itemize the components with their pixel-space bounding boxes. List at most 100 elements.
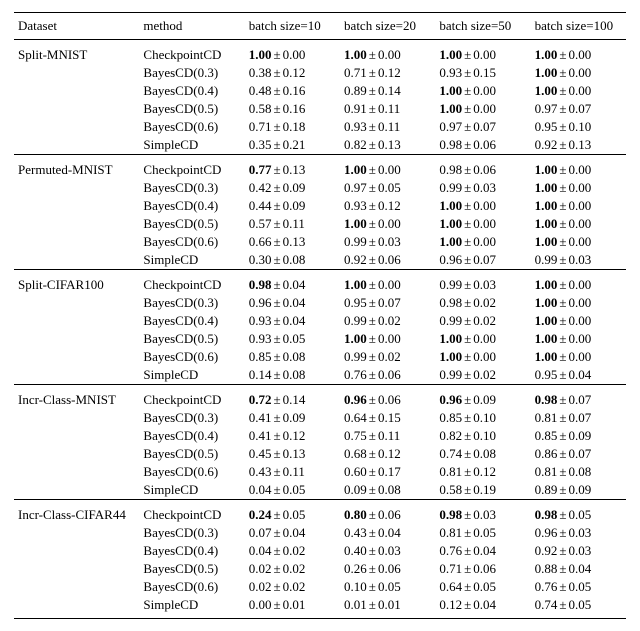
cell-value: 0.99±0.03 [531, 251, 626, 270]
cell-dataset: Split-CIFAR100 [14, 270, 139, 295]
cell-dataset [14, 524, 139, 542]
cell-value: 0.04±0.02 [245, 542, 340, 560]
table-row: BayesCD(0.3)0.96±0.040.95±0.070.98±0.021… [14, 294, 626, 312]
cell-value: 0.58±0.16 [245, 100, 340, 118]
cell-method: BayesCD(0.5) [139, 445, 244, 463]
cell-value: 0.38±0.12 [245, 64, 340, 82]
cell-value: 0.42±0.09 [245, 179, 340, 197]
cell-value: 0.99±0.02 [340, 348, 435, 366]
cell-value: 0.74±0.08 [435, 445, 530, 463]
cell-dataset [14, 197, 139, 215]
cell-value: 1.00±0.00 [531, 294, 626, 312]
cell-method: CheckpointCD [139, 40, 244, 65]
cell-value: 1.00±0.00 [435, 197, 530, 215]
table-row: SimpleCD0.14±0.080.76±0.060.99±0.020.95±… [14, 366, 626, 385]
cell-value: 0.01±0.01 [340, 596, 435, 619]
cell-method: BayesCD(0.5) [139, 560, 244, 578]
col-bs100: batch size=100 [531, 13, 626, 40]
table-row: SimpleCD0.35±0.210.82±0.130.98±0.060.92±… [14, 136, 626, 155]
cell-value: 0.00±0.01 [245, 596, 340, 619]
cell-value: 1.00±0.00 [340, 40, 435, 65]
cell-value: 0.98±0.05 [531, 500, 626, 525]
cell-value: 0.81±0.07 [531, 409, 626, 427]
cell-value: 1.00±0.00 [531, 270, 626, 295]
cell-value: 0.12±0.04 [435, 596, 530, 619]
table-row: BayesCD(0.3)0.07±0.040.43±0.040.81±0.050… [14, 524, 626, 542]
cell-dataset [14, 233, 139, 251]
cell-method: BayesCD(0.4) [139, 197, 244, 215]
cell-value: 0.88±0.04 [531, 560, 626, 578]
cell-value: 0.89±0.09 [531, 481, 626, 500]
table-row: BayesCD(0.5)0.45±0.130.68±0.120.74±0.080… [14, 445, 626, 463]
cell-value: 0.89±0.14 [340, 82, 435, 100]
cell-dataset [14, 251, 139, 270]
cell-value: 0.85±0.08 [245, 348, 340, 366]
cell-dataset [14, 596, 139, 619]
table-row: BayesCD(0.3)0.38±0.120.71±0.120.93±0.151… [14, 64, 626, 82]
cell-value: 1.00±0.00 [531, 215, 626, 233]
cell-value: 0.82±0.10 [435, 427, 530, 445]
table-row: BayesCD(0.6)0.71±0.180.93±0.110.97±0.070… [14, 118, 626, 136]
cell-method: BayesCD(0.3) [139, 64, 244, 82]
cell-value: 0.40±0.03 [340, 542, 435, 560]
cell-dataset [14, 312, 139, 330]
cell-value: 0.02±0.02 [245, 578, 340, 596]
cell-value: 0.66±0.13 [245, 233, 340, 251]
cell-value: 0.45±0.13 [245, 445, 340, 463]
cell-value: 1.00±0.00 [531, 179, 626, 197]
cell-value: 0.98±0.04 [245, 270, 340, 295]
cell-dataset [14, 82, 139, 100]
cell-value: 0.10±0.05 [340, 578, 435, 596]
cell-dataset [14, 542, 139, 560]
cell-value: 0.43±0.04 [340, 524, 435, 542]
cell-value: 1.00±0.00 [435, 330, 530, 348]
cell-dataset [14, 294, 139, 312]
cell-dataset [14, 330, 139, 348]
table-row: SimpleCD0.04±0.050.09±0.080.58±0.190.89±… [14, 481, 626, 500]
cell-value: 0.02±0.02 [245, 560, 340, 578]
cell-method: BayesCD(0.4) [139, 82, 244, 100]
cell-value: 1.00±0.00 [531, 312, 626, 330]
cell-method: CheckpointCD [139, 270, 244, 295]
col-dataset: Dataset [14, 13, 139, 40]
cell-value: 0.81±0.08 [531, 463, 626, 481]
table-row: BayesCD(0.4)0.48±0.160.89±0.141.00±0.001… [14, 82, 626, 100]
cell-value: 0.76±0.04 [435, 542, 530, 560]
table-row: BayesCD(0.4)0.41±0.120.75±0.110.82±0.100… [14, 427, 626, 445]
cell-dataset [14, 445, 139, 463]
cell-dataset [14, 463, 139, 481]
cell-value: 1.00±0.00 [531, 330, 626, 348]
table-row: Split-MNISTCheckpointCD1.00±0.001.00±0.0… [14, 40, 626, 65]
cell-value: 0.26±0.06 [340, 560, 435, 578]
col-bs10: batch size=10 [245, 13, 340, 40]
cell-value: 0.64±0.05 [435, 578, 530, 596]
cell-method: CheckpointCD [139, 385, 244, 410]
cell-dataset [14, 481, 139, 500]
table-row: BayesCD(0.5)0.58±0.160.91±0.111.00±0.000… [14, 100, 626, 118]
cell-value: 1.00±0.00 [531, 64, 626, 82]
cell-value: 0.99±0.03 [340, 233, 435, 251]
cell-value: 0.41±0.09 [245, 409, 340, 427]
cell-method: SimpleCD [139, 136, 244, 155]
cell-value: 0.99±0.02 [340, 312, 435, 330]
cell-dataset [14, 366, 139, 385]
cell-method: SimpleCD [139, 251, 244, 270]
table-row: BayesCD(0.3)0.41±0.090.64±0.150.85±0.100… [14, 409, 626, 427]
cell-value: 0.96±0.06 [340, 385, 435, 410]
cell-dataset [14, 64, 139, 82]
cell-value: 0.41±0.12 [245, 427, 340, 445]
cell-value: 0.93±0.04 [245, 312, 340, 330]
cell-value: 0.92±0.06 [340, 251, 435, 270]
cell-value: 0.98±0.06 [435, 136, 530, 155]
cell-value: 0.48±0.16 [245, 82, 340, 100]
cell-value: 0.98±0.02 [435, 294, 530, 312]
cell-value: 0.96±0.03 [531, 524, 626, 542]
table-row: Incr-Class-CIFAR44CheckpointCD0.24±0.050… [14, 500, 626, 525]
cell-value: 0.71±0.06 [435, 560, 530, 578]
cell-value: 0.93±0.11 [340, 118, 435, 136]
cell-dataset [14, 427, 139, 445]
cell-value: 0.04±0.05 [245, 481, 340, 500]
cell-dataset [14, 215, 139, 233]
cell-value: 0.82±0.13 [340, 136, 435, 155]
cell-value: 0.96±0.09 [435, 385, 530, 410]
